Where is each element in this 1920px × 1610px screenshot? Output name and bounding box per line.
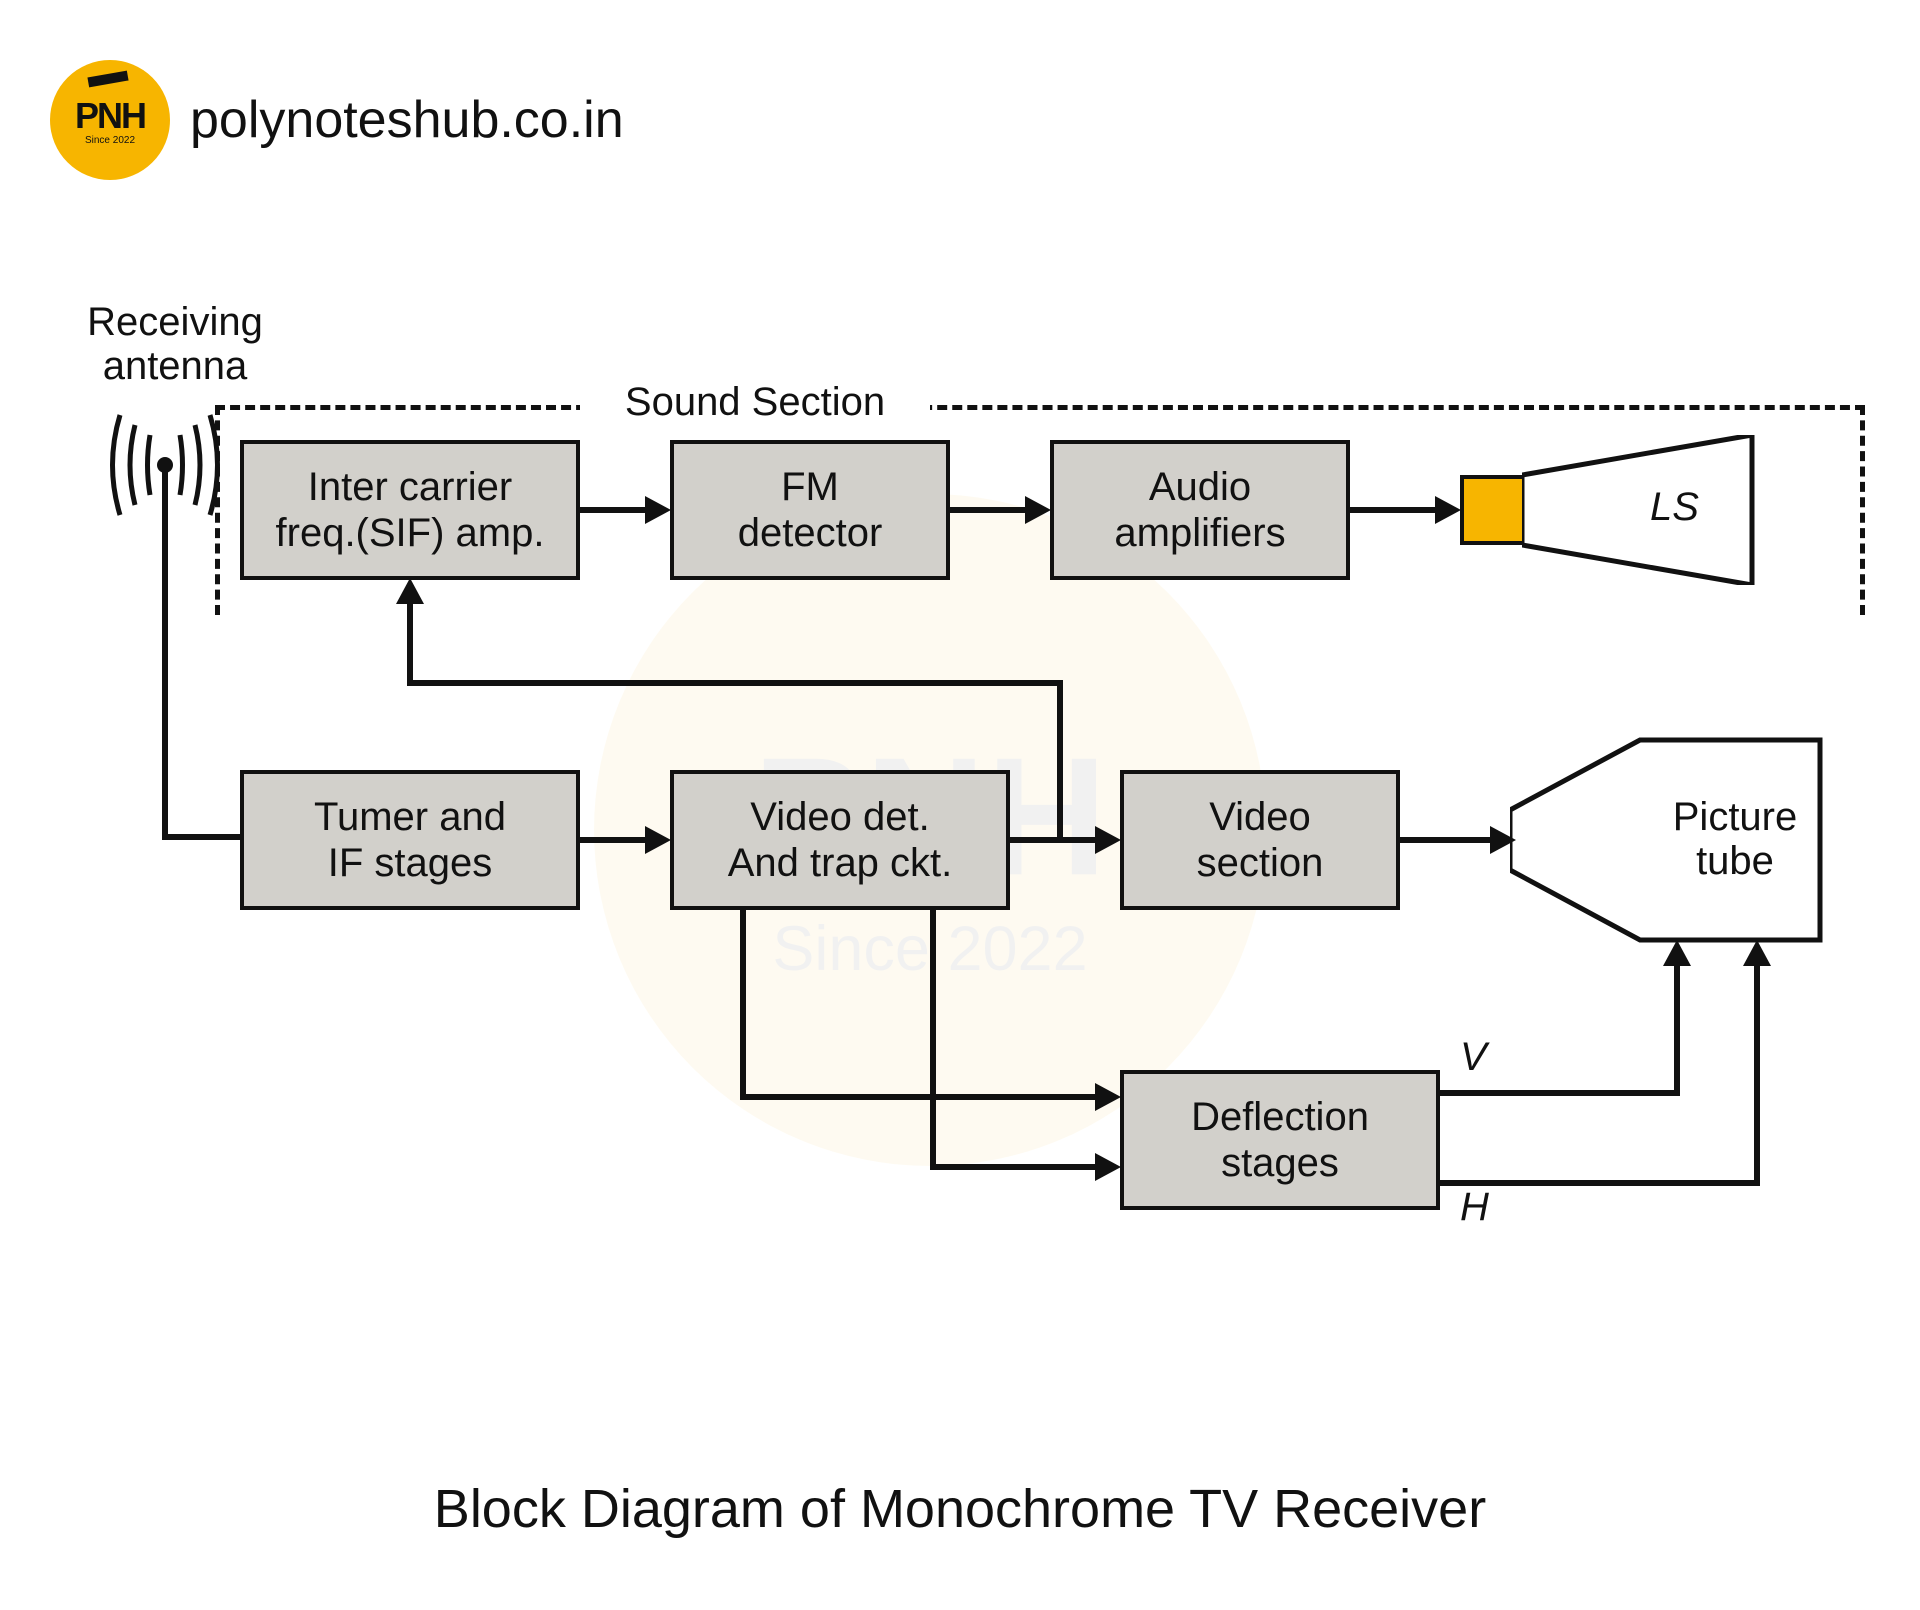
wire: [407, 680, 1063, 686]
wire: [1350, 507, 1440, 513]
grad-cap-icon: [87, 71, 128, 88]
arrow-icon: [1095, 1153, 1121, 1181]
site-url: polynoteshub.co.in: [190, 90, 624, 150]
block-video-section: Video section: [1120, 770, 1400, 910]
block-tuner-if: Tumer and IF stages: [240, 770, 580, 910]
arrow-icon: [1095, 1083, 1121, 1111]
label-h: H: [1460, 1185, 1489, 1229]
site-header: PNH Since 2022 polynoteshub.co.in: [50, 60, 624, 180]
wire: [930, 1164, 1100, 1170]
wire: [1010, 837, 1100, 843]
arrow-icon: [1435, 496, 1461, 524]
wire: [1440, 1180, 1760, 1186]
loudspeaker-icon: [1460, 435, 1760, 585]
arrow-icon: [1095, 826, 1121, 854]
wire: [1754, 962, 1760, 1186]
block-audio-amplifiers: Audio amplifiers: [1050, 440, 1350, 580]
wire: [950, 507, 1030, 513]
label-ls: LS: [1650, 485, 1699, 529]
block-diagram: Receiving antenna Sound Section Inter ca…: [60, 300, 1880, 1350]
block-fm-detector: FM detector: [670, 440, 950, 580]
arrow-icon: [645, 496, 671, 524]
logo-icon: PNH Since 2022: [50, 60, 170, 180]
arrow-icon: [645, 826, 671, 854]
wire: [1440, 1090, 1680, 1096]
figure-caption: Block Diagram of Monochrome TV Receiver: [0, 1478, 1920, 1540]
block-sif-amp: Inter carrier freq.(SIF) amp.: [240, 440, 580, 580]
arrow-icon: [396, 578, 424, 604]
picture-tube-icon: Picture tube: [1510, 730, 1850, 950]
label-antenna: Receiving antenna: [60, 300, 290, 388]
wire: [580, 837, 650, 843]
arrow-icon: [1490, 826, 1516, 854]
label-sound-section: Sound Section: [580, 380, 930, 424]
wire: [580, 507, 650, 513]
block-video-detector: Video det. And trap ckt.: [670, 770, 1010, 910]
wire: [740, 910, 746, 1100]
wire: [1400, 837, 1495, 843]
label-picture-tube: Picture tube: [1650, 795, 1820, 883]
wire: [740, 1094, 1100, 1100]
wire: [162, 834, 240, 840]
arrow-icon: [1025, 496, 1051, 524]
arrow-icon: [1663, 940, 1691, 966]
wire: [1057, 680, 1063, 840]
page: PNH Since 2022 polynoteshub.co.in PNH Si…: [0, 0, 1920, 1610]
logo-subtext: Since 2022: [85, 135, 135, 146]
wire: [1674, 962, 1680, 1096]
block-deflection-stages: Deflection stages: [1120, 1070, 1440, 1210]
wire: [407, 600, 413, 686]
arrow-icon: [1743, 940, 1771, 966]
wire: [162, 550, 168, 840]
sound-section-frame-right: [1855, 405, 1865, 615]
wire: [930, 910, 936, 1170]
label-v: V: [1460, 1035, 1487, 1079]
logo-text: PNH: [75, 95, 145, 137]
